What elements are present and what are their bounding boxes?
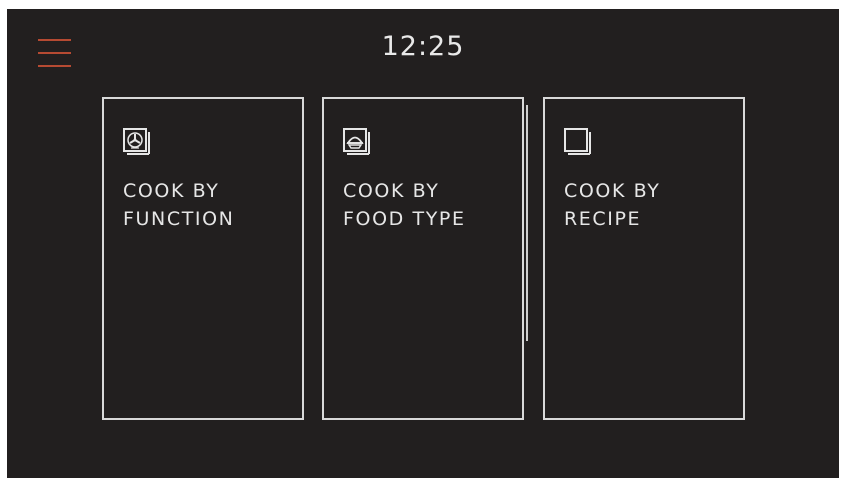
clock-time: 12:25 — [381, 31, 465, 62]
card-label: COOK BY FOOD TYPE — [343, 180, 466, 230]
card-label: COOK BY RECIPE — [564, 180, 661, 230]
card-label: COOK BY FUNCTION — [123, 180, 235, 230]
fan-icon — [123, 128, 150, 155]
recipe-book-icon — [564, 128, 591, 155]
oven-display-screen: 12:25 COOK BY FUNCTION COOK BY FOOD TYPE… — [7, 9, 839, 478]
food-dish-icon — [343, 128, 370, 155]
cook-by-recipe-card[interactable]: COOK BY RECIPE — [543, 97, 745, 420]
cook-by-food-type-card[interactable]: COOK BY FOOD TYPE — [322, 97, 524, 420]
cook-by-function-card[interactable]: COOK BY FUNCTION — [102, 97, 304, 420]
scrollbar[interactable] — [526, 105, 528, 341]
